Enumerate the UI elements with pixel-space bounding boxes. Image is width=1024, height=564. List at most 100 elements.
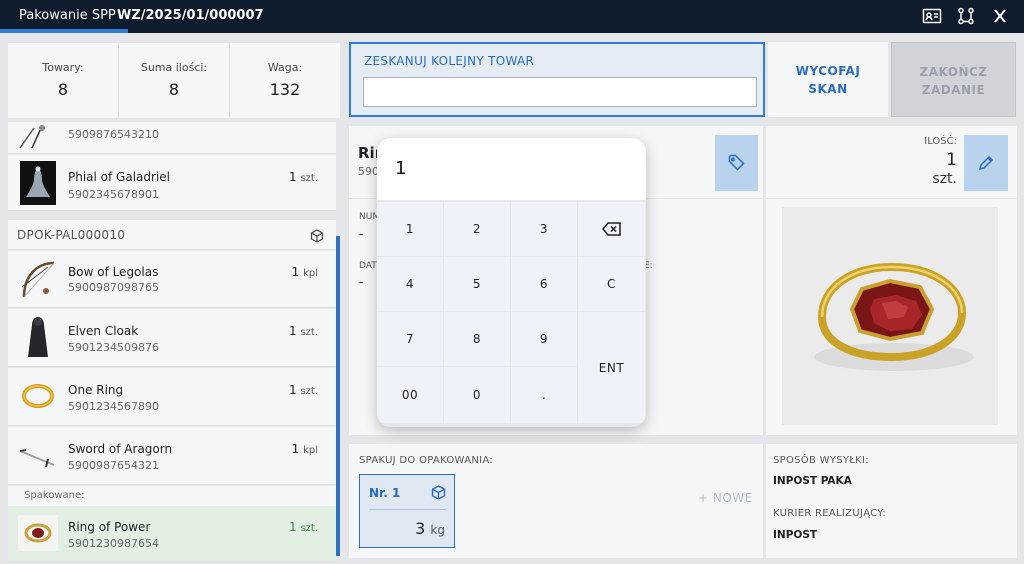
pallet-label: DPOK-PAL000010: [17, 228, 126, 242]
list-item[interactable]: Elven Cloak 5901234509876 1 szt.: [8, 309, 336, 367]
scan-label: ZESKANUJ KOLEJNY TOWAR: [364, 54, 535, 68]
packed-section-label: Spakowane:: [8, 486, 336, 506]
stat-value: 132: [269, 80, 301, 99]
tag-button[interactable]: [715, 135, 758, 191]
pencil-icon: [978, 155, 994, 171]
keypad-grid: 1 2 3 4 5 6 C 7 8 9 ENT 00 0 .: [377, 200, 646, 427]
qty-unit: szt.: [300, 327, 318, 338]
list-item[interactable]: Sword of Aragorn 5900987654321 1 kpl: [8, 427, 336, 485]
clear-key[interactable]: C: [578, 257, 645, 311]
product-qty: 1 szt.: [289, 520, 318, 534]
product-thumbnail: [18, 161, 58, 205]
key-9[interactable]: 9: [511, 312, 577, 366]
packing-panel: SPAKUJ DO OPAKOWANIA: Nr. 1 3 kg + NOWE: [349, 444, 763, 558]
product-thumbnail: [18, 511, 58, 555]
weight-unit: kg: [430, 523, 445, 537]
finish-task-button[interactable]: ZAKOŃCZ ZADANIE: [891, 42, 1016, 117]
packing-label: SPAKUJ DO OPAKOWANIA:: [359, 455, 493, 466]
product-image-panel: [766, 199, 1017, 435]
tag-icon: [728, 154, 745, 171]
package-icon: [310, 228, 324, 243]
product-thumbnail: [18, 315, 58, 359]
list-item[interactable]: One Ring 5901234567890 1 szt.: [8, 368, 336, 426]
numeric-keypad: 1 1 2 3 4 5 6 C 7 8 9 ENT 00 0 .: [377, 138, 646, 427]
list-scrollbar[interactable]: [336, 236, 340, 556]
field-value: -: [359, 275, 364, 290]
product-code: 5909876543210: [68, 128, 159, 141]
qty-unit: szt.: [300, 173, 318, 184]
package-card[interactable]: Nr. 1 3 kg: [359, 474, 455, 548]
key-8[interactable]: 8: [444, 312, 510, 366]
list-item[interactable]: Phial of Galadriel 5902345678901 1 szt.: [8, 155, 336, 211]
product-name: Ring of Power: [68, 520, 151, 534]
undo-scan-button[interactable]: WYCOFAJ SKAN: [768, 42, 888, 117]
qty-unit: kpl: [303, 445, 318, 456]
decimal-key[interactable]: .: [511, 367, 577, 423]
product-thumbnail: [18, 122, 58, 150]
list-item[interactable]: 5909876543210: [8, 122, 336, 154]
package-icon: [431, 485, 446, 500]
product-name: Phial of Galadriel: [68, 170, 170, 184]
courier-label: KURIER REALIZUJĄCY:: [773, 508, 887, 519]
enter-key[interactable]: ENT: [578, 312, 645, 423]
backspace-key[interactable]: [578, 202, 645, 256]
app-title: Pakowanie SPP: [19, 8, 116, 23]
stat-weight: Waga: 132: [230, 43, 340, 118]
key-7[interactable]: 7: [377, 312, 443, 366]
package-divider: [369, 509, 446, 510]
qty-value: 1: [946, 150, 957, 170]
qty-value: 1: [288, 520, 297, 534]
key-1[interactable]: 1: [377, 202, 443, 256]
package-weight: 3 kg: [415, 519, 445, 538]
product-list[interactable]: 5909876543210 Phial of Galadriel 5902345…: [8, 122, 340, 564]
key-4[interactable]: 4: [377, 257, 443, 311]
stat-label: Waga:: [267, 61, 303, 74]
field-value: -: [359, 227, 364, 242]
product-qty: 1 szt.: [289, 383, 318, 397]
product-qty: 1 kpl: [292, 265, 318, 279]
stat-quantity-sum: Suma ilości: 8: [119, 43, 230, 118]
product-code: 5901230987654: [68, 537, 159, 550]
stat-value: 8: [57, 80, 69, 99]
qty-value: 1: [291, 265, 300, 279]
scan-panel: ZESKANUJ KOLEJNY TOWAR: [349, 42, 765, 117]
id-card-icon[interactable]: [922, 7, 942, 25]
weight-value: 3: [415, 519, 426, 538]
product-name: Sword of Aragorn: [68, 442, 173, 456]
new-package-button[interactable]: + NOWE: [698, 491, 753, 505]
packed-list-item[interactable]: Ring of Power 5901230987654 1 szt.: [8, 506, 336, 562]
key-2[interactable]: 2: [444, 202, 510, 256]
key-00[interactable]: 00: [377, 367, 443, 423]
product-detail-code: 590: [358, 165, 379, 178]
qty-unit: kpl: [303, 268, 318, 279]
product-name: One Ring: [68, 383, 124, 397]
undo-label-line1: WYCOFAJ: [795, 64, 861, 78]
task-progress-bar: [0, 29, 128, 33]
route-icon[interactable]: [956, 7, 976, 25]
product-thumbnail: [18, 433, 58, 477]
key-5[interactable]: 5: [444, 257, 510, 311]
shipping-method-value: INPOST PAKA: [773, 475, 852, 487]
qty-value: 1: [288, 170, 297, 184]
product-name: Bow of Legolas: [68, 265, 159, 279]
list-item[interactable]: Bow of Legolas 5900987098765 1 kpl: [8, 251, 336, 308]
stat-label: Suma ilości:: [140, 61, 208, 74]
scan-input[interactable]: [363, 77, 757, 107]
key-6[interactable]: 6: [511, 257, 577, 311]
key-0[interactable]: 0: [444, 367, 510, 423]
key-3[interactable]: 3: [511, 202, 577, 256]
product-code: 5900987654321: [68, 459, 159, 472]
qty-unit: szt.: [300, 523, 318, 534]
product-code: 5901234567890: [68, 400, 159, 413]
finish-label-line2: ZADANIE: [921, 83, 986, 97]
edit-quantity-button[interactable]: [964, 135, 1008, 191]
product-qty: 1 szt.: [289, 324, 318, 338]
backspace-icon: [601, 222, 621, 236]
top-bar: Pakowanie SPP WZ/2025/01/000007: [0, 0, 1024, 33]
close-icon[interactable]: [990, 7, 1010, 25]
qty-value: 1: [288, 383, 297, 397]
pallet-group-header[interactable]: DPOK-PAL000010: [8, 220, 336, 250]
stat-items: Towary: 8: [8, 43, 119, 118]
keypad-display: 1: [395, 158, 407, 179]
product-photo: [782, 207, 998, 425]
